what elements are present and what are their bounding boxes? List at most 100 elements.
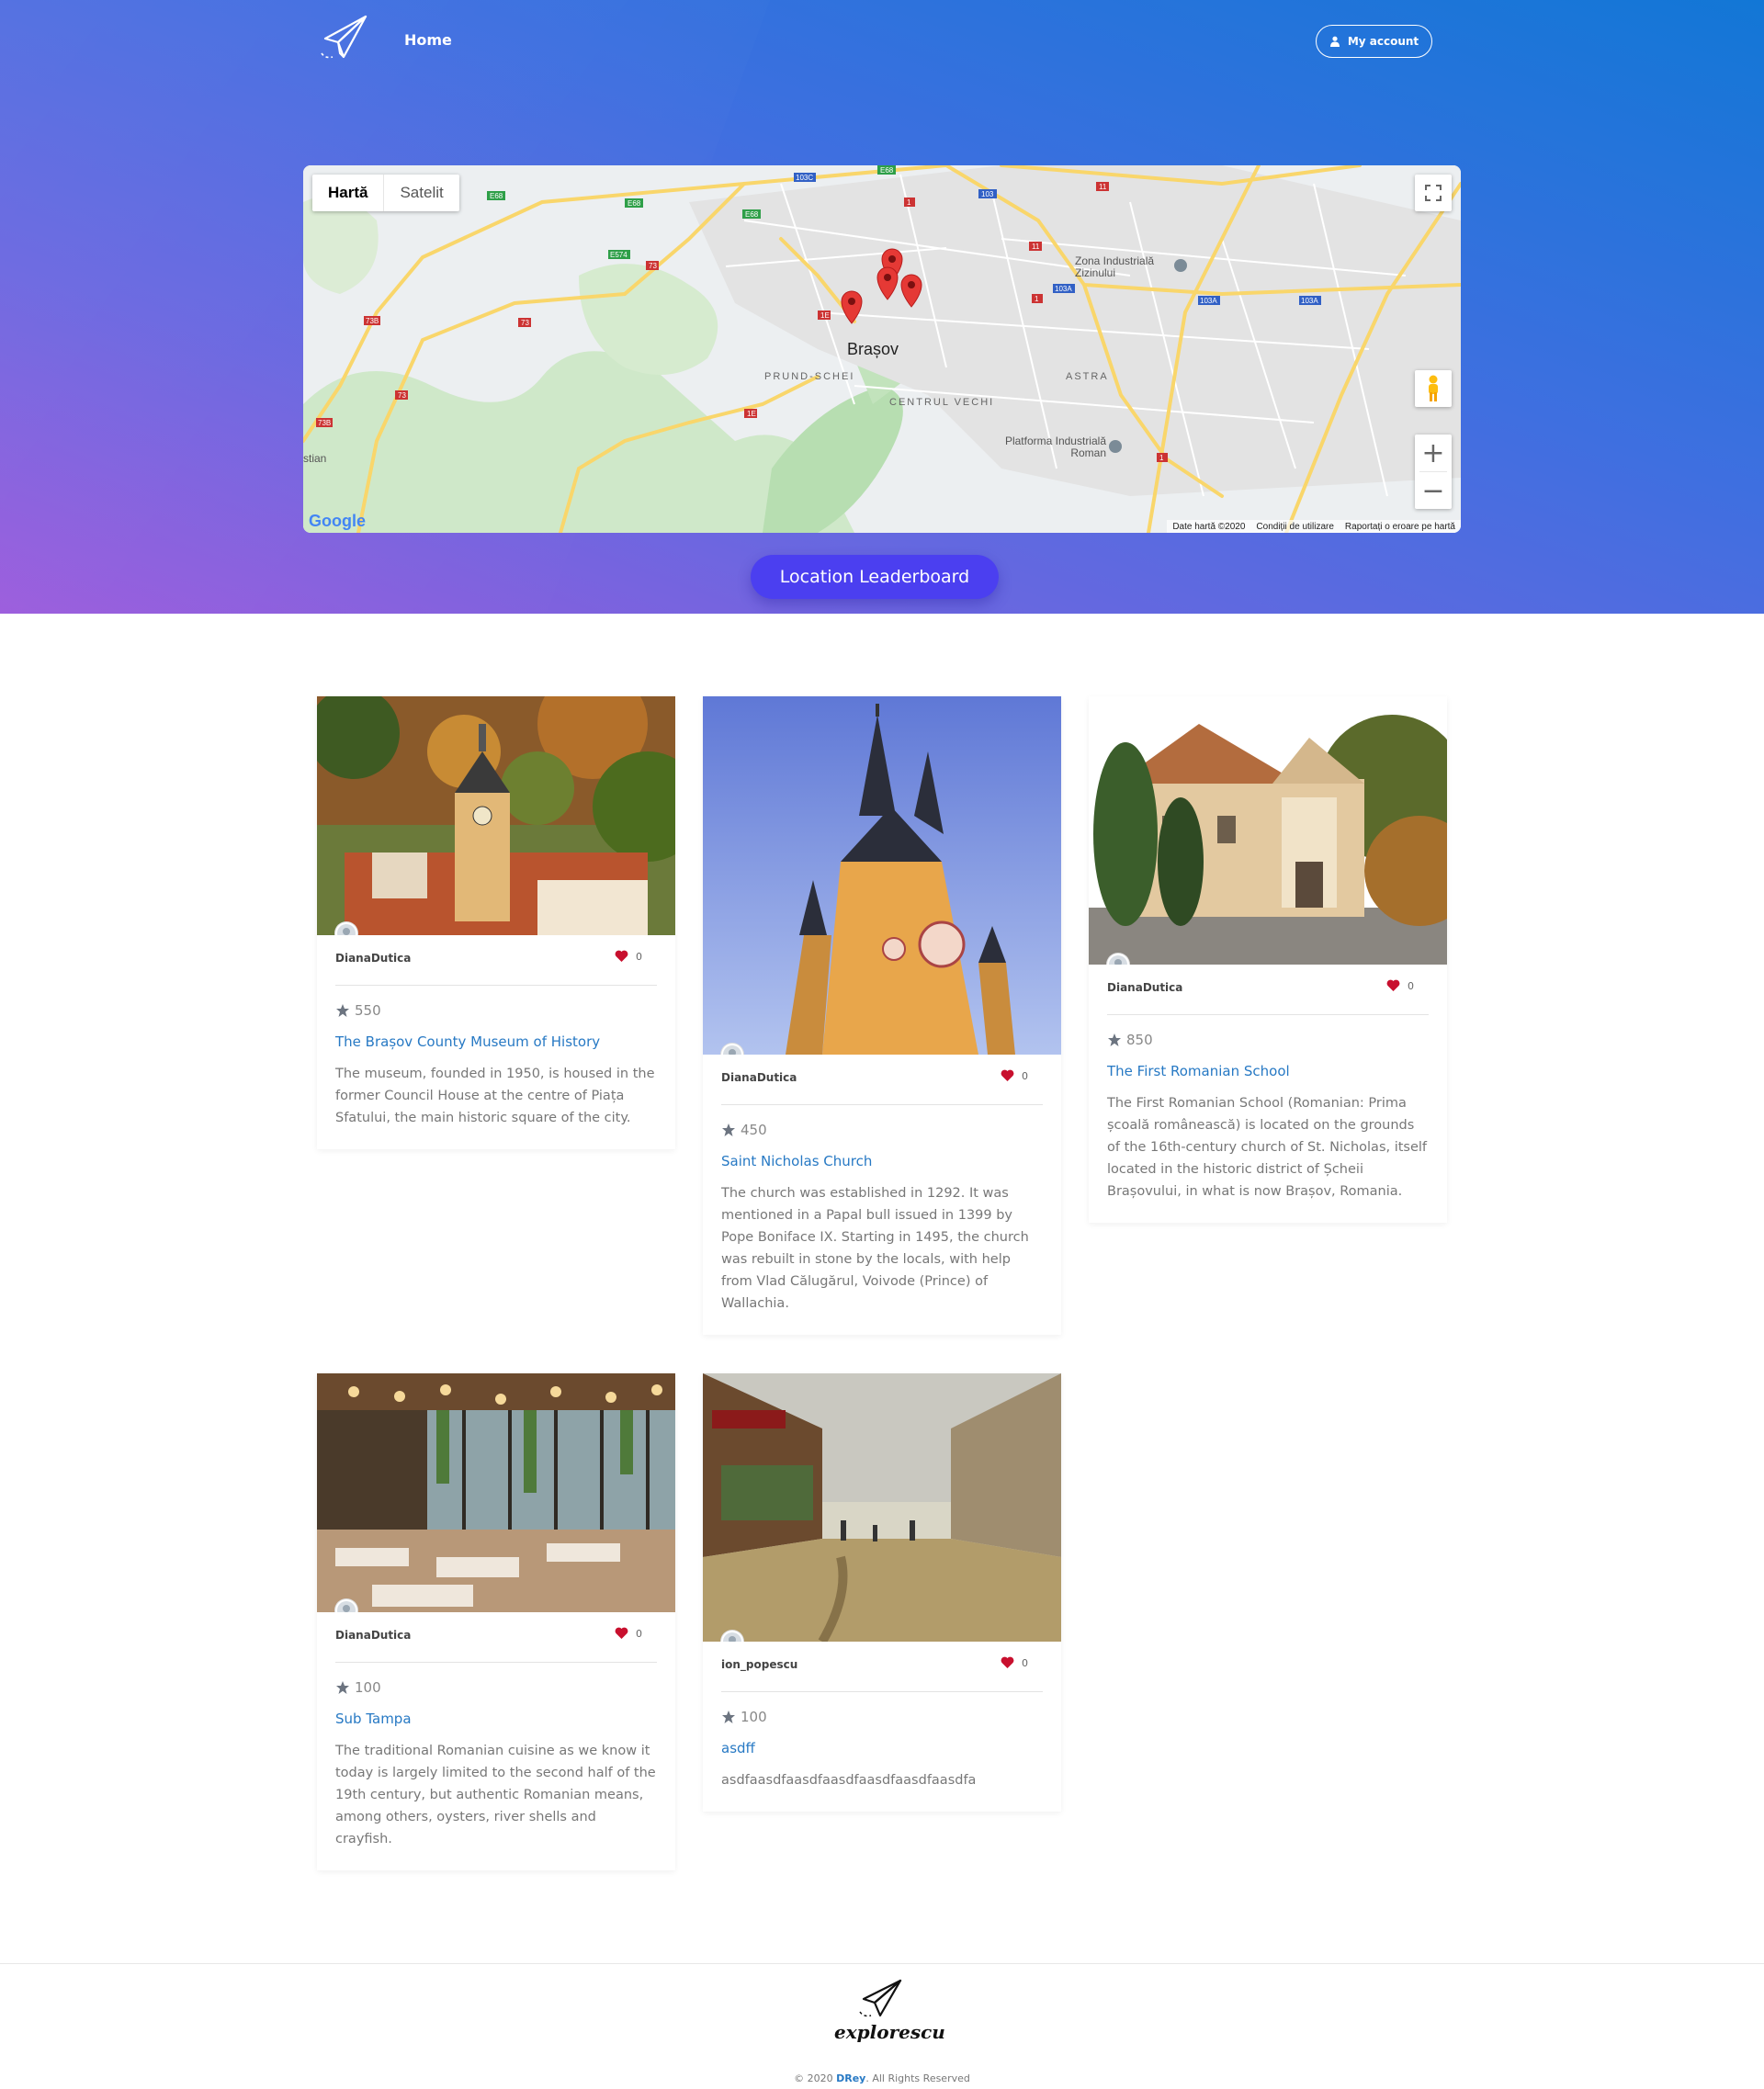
- svg-text:73: 73: [649, 262, 657, 270]
- rating-value: 850: [1126, 1032, 1153, 1048]
- svg-text:103: 103: [981, 190, 994, 198]
- svg-text:11: 11: [1032, 243, 1040, 251]
- card-title-link[interactable]: The First Romanian School: [1107, 1063, 1429, 1079]
- svg-text:E68: E68: [490, 192, 503, 200]
- svg-text:103A: 103A: [1055, 285, 1072, 293]
- rating-value: 550: [355, 1002, 381, 1019]
- footer-brand: explorescu: [834, 2021, 945, 2043]
- paper-plane-logo-icon[interactable]: [318, 13, 369, 64]
- copyright: © 2020 DRey. All Rights Reserved: [0, 2072, 1764, 2084]
- street-view-pegman[interactable]: [1415, 370, 1452, 407]
- footer-divider: [0, 1963, 1764, 1964]
- svg-text:1: 1: [1035, 295, 1039, 303]
- card-rating: 850: [1107, 1032, 1429, 1048]
- card-username[interactable]: ion_popescu: [721, 1658, 797, 1671]
- like-count: 0: [1408, 979, 1414, 992]
- map-data-credit: Date hartă ©2020: [1172, 521, 1246, 532]
- zoom-out-button[interactable]: −: [1415, 472, 1452, 509]
- card-rating: 450: [721, 1122, 1043, 1138]
- heart-icon: [1001, 1069, 1014, 1081]
- svg-text:E68: E68: [628, 199, 641, 208]
- star-icon: [336, 1004, 349, 1017]
- hero-banner: Home My account E68 E68 E68 E574 E68 103…: [0, 0, 1764, 614]
- location-card[interactable]: DianaDutica 0 850 The First Romanian Sch…: [1089, 696, 1447, 1223]
- like-button[interactable]: 0: [1001, 1656, 1028, 1669]
- map-type-toggle: Hartă Satelit: [312, 175, 459, 211]
- like-count: 0: [636, 1627, 642, 1640]
- svg-text:E68: E68: [745, 210, 759, 219]
- location-photo[interactable]: [703, 1373, 1061, 1642]
- location-photo[interactable]: [317, 1373, 675, 1612]
- like-count: 0: [1022, 1069, 1028, 1082]
- map-type-satellite-button[interactable]: Satelit: [384, 175, 458, 211]
- footer-logo[interactable]: explorescu: [827, 1979, 945, 2052]
- like-button[interactable]: 0: [1001, 1069, 1028, 1082]
- svg-text:1: 1: [1159, 454, 1164, 462]
- card-description: The museum, founded in 1950, is housed i…: [335, 1067, 655, 1125]
- rating-value: 100: [355, 1679, 381, 1696]
- svg-text:11: 11: [1099, 183, 1107, 191]
- heart-icon: [615, 1627, 628, 1639]
- paper-plane-icon: [859, 1979, 902, 2017]
- svg-text:1E: 1E: [820, 311, 830, 320]
- card-title-link[interactable]: The Brașov County Museum of History: [335, 1033, 657, 1050]
- svg-text:103C: 103C: [796, 174, 813, 182]
- fullscreen-icon: [1425, 185, 1442, 201]
- map-city-label: Brașov: [847, 340, 899, 358]
- location-card[interactable]: DianaDutica 0 100 Sub Tampa The traditio…: [317, 1373, 675, 1870]
- nav-home-link[interactable]: Home: [404, 31, 452, 49]
- google-logo[interactable]: Google: [309, 512, 366, 531]
- fullscreen-button[interactable]: [1415, 175, 1452, 211]
- my-account-button[interactable]: My account: [1316, 25, 1432, 58]
- star-icon: [336, 1681, 349, 1694]
- card-username[interactable]: DianaDutica: [335, 1629, 411, 1642]
- like-count: 0: [636, 950, 642, 963]
- card-title-link[interactable]: asdff: [721, 1740, 1043, 1756]
- location-card[interactable]: DianaDutica 0 450 Saint Nicholas Church …: [703, 696, 1061, 1335]
- location-leaderboard-button[interactable]: Location Leaderboard: [751, 555, 999, 599]
- card-username[interactable]: DianaDutica: [335, 952, 411, 965]
- card-meta: ion_popescu 0: [721, 1642, 1043, 1692]
- like-count: 0: [1022, 1656, 1028, 1669]
- map-attribution: Date hartă ©2020 Condiții de utilizare R…: [1167, 520, 1461, 533]
- rating-value: 100: [741, 1709, 767, 1725]
- card-meta: DianaDutica 0: [335, 1612, 657, 1663]
- card-description: The traditional Romanian cuisine as we k…: [335, 1744, 656, 1846]
- svg-text:103A: 103A: [1301, 297, 1318, 305]
- svg-text:1E: 1E: [747, 410, 756, 418]
- like-button[interactable]: 0: [615, 1627, 642, 1640]
- like-button[interactable]: 0: [615, 950, 642, 963]
- location-photo[interactable]: [317, 696, 675, 935]
- card-username[interactable]: DianaDutica: [1107, 981, 1182, 994]
- map-type-map-button[interactable]: Hartă: [312, 175, 385, 211]
- card-username[interactable]: DianaDutica: [721, 1071, 797, 1084]
- locations-map[interactable]: E68 E68 E68 E574 E68 103C 103 103A 103A …: [303, 165, 1461, 533]
- card-rating: 550: [335, 1002, 657, 1019]
- svg-text:73: 73: [398, 391, 406, 400]
- card-title-link[interactable]: Saint Nicholas Church: [721, 1153, 1043, 1169]
- location-card[interactable]: ion_popescu 0 100 asdff asdfaasdfaasdfaa…: [703, 1373, 1061, 1812]
- card-title-link[interactable]: Sub Tampa: [335, 1711, 657, 1727]
- location-photo[interactable]: [1089, 696, 1447, 965]
- map-report-link[interactable]: Raportați o eroare pe hartă: [1345, 522, 1455, 532]
- star-icon: [722, 1124, 735, 1136]
- top-navbar: Home My account: [0, 0, 1764, 83]
- copyright-prefix: © 2020: [794, 2072, 837, 2084]
- heart-icon: [615, 950, 628, 962]
- heart-icon: [1386, 979, 1400, 991]
- svg-text:E68: E68: [880, 166, 894, 175]
- like-button[interactable]: 0: [1386, 979, 1414, 992]
- zoom-control: + −: [1415, 435, 1452, 509]
- map-label-astra: ASTRA: [1066, 371, 1109, 382]
- location-photo[interactable]: [703, 696, 1061, 1055]
- card-meta: DianaDutica 0: [1107, 965, 1429, 1015]
- card-meta: DianaDutica 0: [335, 935, 657, 986]
- svg-text:103A: 103A: [1200, 297, 1217, 305]
- zoom-in-button[interactable]: +: [1415, 435, 1452, 471]
- map-label-stian: stian: [303, 452, 327, 465]
- location-card[interactable]: DianaDutica 0 550 The Brașov County Muse…: [317, 696, 675, 1149]
- card-description: The First Romanian School (Romanian: Pri…: [1107, 1096, 1428, 1199]
- copyright-author-link[interactable]: DRey: [836, 2072, 865, 2084]
- my-account-label: My account: [1347, 35, 1419, 48]
- map-terms-link[interactable]: Condiții de utilizare: [1256, 522, 1334, 532]
